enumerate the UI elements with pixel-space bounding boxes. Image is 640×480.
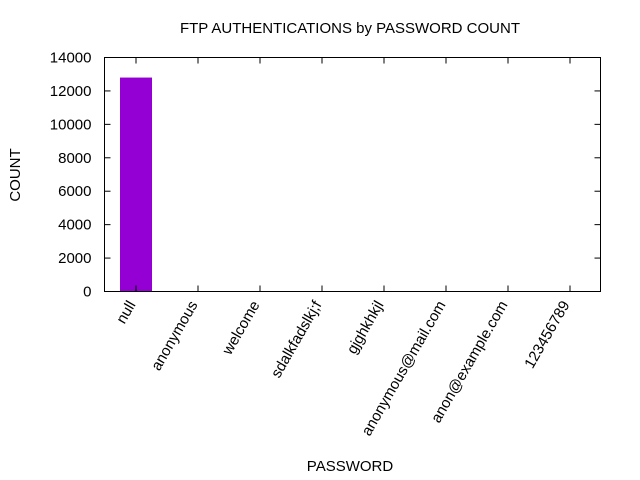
x-tick-label-4: gjghkhkjl <box>344 298 388 357</box>
y-tick-label-7: 14000 <box>50 50 92 67</box>
y-tick-label-2: 4000 <box>58 217 91 234</box>
x-tick-label-7: 123456789 <box>521 298 573 372</box>
y-tick-label-0: 0 <box>83 284 91 301</box>
x-tick-label-2: welcome <box>219 298 264 359</box>
x-tick-label-0: null <box>113 298 139 327</box>
plot-frame <box>104 57 601 292</box>
x-tick-label-3: sdalkfadslkj;f <box>268 297 326 381</box>
y-tick-label-1: 2000 <box>58 250 91 267</box>
y-tick-label-4: 8000 <box>58 150 91 167</box>
x-axis-label: PASSWORD <box>307 458 394 475</box>
y-axis-label: COUNT <box>7 148 24 201</box>
x-tick-label-1: anonymous <box>148 298 202 374</box>
x-ticks-group: null anonymous welcome sdalkfadslkj;f gjghkh… <box>113 57 573 439</box>
chart: FTP AUTHENTICATIONS by PASSWORD COUNT CO… <box>7 20 601 475</box>
chart-title: FTP AUTHENTICATIONS by PASSWORD COUNT <box>180 20 520 37</box>
bars-group <box>120 77 586 292</box>
y-tick-label-3: 6000 <box>58 183 91 200</box>
bar-0 <box>120 77 152 292</box>
y-tick-label-6: 12000 <box>50 83 92 100</box>
y-tick-label-5: 10000 <box>50 116 92 133</box>
